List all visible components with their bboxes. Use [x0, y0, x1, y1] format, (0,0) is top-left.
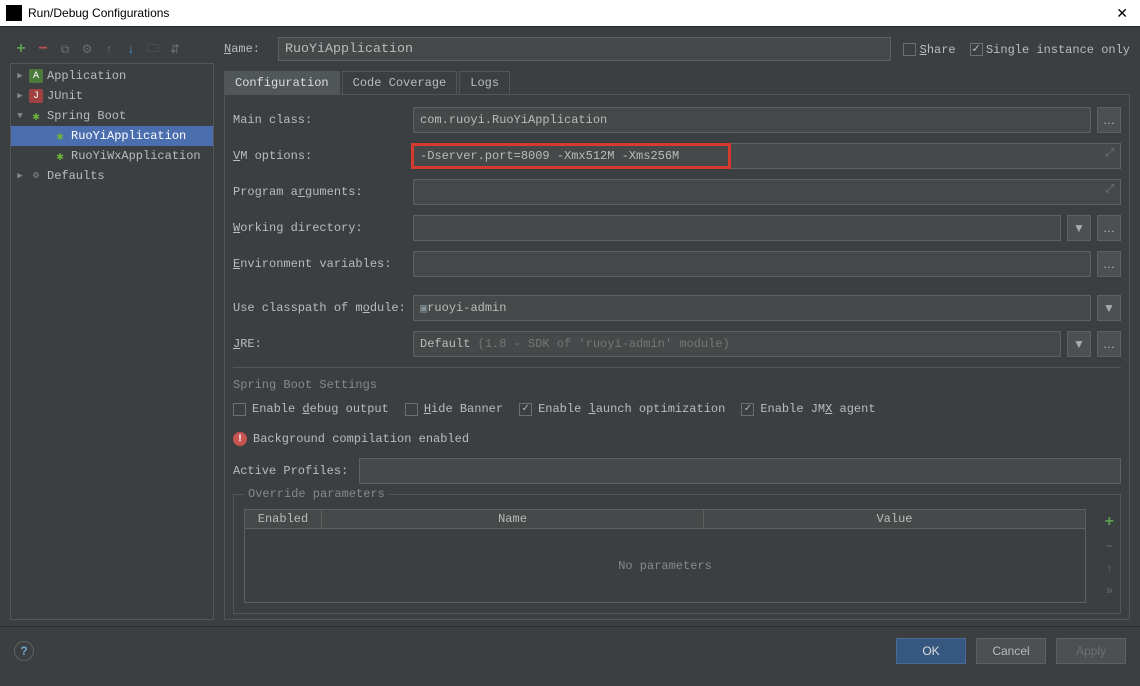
override-title: Override parameters [244, 487, 389, 501]
remove-config-icon[interactable]: − [36, 42, 50, 56]
working-dir-field[interactable] [413, 215, 1061, 241]
active-profiles-field[interactable] [359, 458, 1121, 484]
share-checkbox[interactable]: Share [903, 42, 955, 57]
jre-dropdown[interactable]: ▼ [1067, 331, 1091, 357]
add-config-icon[interactable]: + [14, 42, 28, 56]
working-dir-dropdown[interactable]: ▼ [1067, 215, 1091, 241]
enable-debug-output-checkbox[interactable]: Enable debug output [233, 402, 389, 416]
edit-settings-icon[interactable]: ⚙ [80, 42, 94, 56]
classpath-module-label: Use classpath of module: [233, 301, 407, 315]
vm-options-label: VM options: [233, 149, 407, 163]
override-add-icon[interactable]: + [1105, 513, 1114, 531]
override-header: Enabled Name Value [244, 509, 1086, 529]
tree-label: JUnit [47, 89, 83, 103]
hide-banner-checkbox[interactable]: Hide Banner [405, 402, 503, 416]
expand-icon[interactable]: ⤢ [1105, 148, 1114, 160]
override-col-enabled: Enabled [245, 510, 321, 528]
enable-jmx-agent-checkbox[interactable]: Enable JMX agent [741, 402, 875, 416]
copy-config-icon[interactable]: ⧉ [58, 42, 72, 56]
override-up-icon[interactable]: ↑ [1106, 561, 1112, 575]
springboot-settings-title: Spring Boot Settings [233, 378, 1121, 392]
tab-configuration[interactable]: Configuration [224, 71, 340, 94]
apply-button[interactable]: Apply [1056, 638, 1126, 664]
vm-options-field[interactable]: ⤢ [413, 143, 1121, 169]
browse-working-dir-button[interactable]: … [1097, 215, 1121, 241]
env-vars-label: Environment variables: [233, 257, 407, 271]
tree-label: RuoYiApplication [71, 129, 186, 143]
tabs: Configuration Code Coverage Logs [224, 71, 1130, 95]
spring-icon: ✱ [53, 129, 67, 143]
move-down-icon[interactable]: ↓ [124, 42, 138, 56]
config-name-input[interactable] [278, 37, 891, 61]
configurations-tree[interactable]: ▶A Application ▶J JUnit ▼✱ Spring Boot ✱… [10, 63, 214, 620]
tree-group-junit[interactable]: ▶J JUnit [11, 86, 213, 106]
warning-icon: ! [233, 432, 247, 446]
override-remove-icon[interactable]: − [1106, 539, 1113, 553]
tree-label: RuoYiWxApplication [71, 149, 201, 163]
cancel-button[interactable]: Cancel [976, 638, 1046, 664]
jre-label: JRE: [233, 337, 407, 351]
override-empty-message: No parameters [244, 529, 1086, 603]
override-col-name: Name [321, 510, 703, 528]
classpath-dropdown[interactable]: ▼ [1097, 295, 1121, 321]
title-bar: Run/Debug Configurations ✕ [0, 0, 1140, 26]
name-label: Name: [224, 42, 266, 56]
tree-label: Defaults [47, 169, 105, 183]
spring-icon: ✱ [53, 149, 67, 163]
spring-icon: ✱ [29, 109, 43, 123]
jre-select[interactable]: Default (1.8 - SDK of 'ruoyi-admin' modu… [413, 331, 1061, 357]
close-icon[interactable]: ✕ [1110, 5, 1134, 22]
tree-item-ruoyi-application[interactable]: ✱ RuoYiApplication [11, 126, 213, 146]
browse-main-class-button[interactable]: … [1097, 107, 1121, 133]
program-args-field[interactable]: ⤢ [413, 179, 1121, 205]
window-title: Run/Debug Configurations [28, 6, 169, 20]
ok-button[interactable]: OK [896, 638, 966, 664]
tree-group-defaults[interactable]: ▶⚙ Defaults [11, 166, 213, 186]
override-more-icon[interactable]: » [1106, 583, 1113, 597]
module-icon: ▣ [420, 301, 427, 316]
background-compilation-warning: !Background compilation enabled [233, 432, 469, 446]
active-profiles-label: Active Profiles: [233, 464, 353, 478]
tree-label: Application [47, 69, 126, 83]
move-up-icon[interactable]: ↑ [102, 42, 116, 56]
override-parameters-panel: Override parameters Enabled Name Value N… [233, 494, 1121, 614]
config-toolbar: + − ⧉ ⚙ ↑ ↓ 🗀 ⇵ [10, 35, 214, 63]
working-dir-label: Working directory: [233, 221, 407, 235]
tab-logs[interactable]: Logs [459, 71, 510, 94]
tree-group-springboot[interactable]: ▼✱ Spring Boot [11, 106, 213, 126]
app-icon [6, 5, 22, 21]
tree-label: Spring Boot [47, 109, 126, 123]
tree-group-application[interactable]: ▶A Application [11, 66, 213, 86]
main-class-field[interactable] [413, 107, 1091, 133]
sort-icon[interactable]: ⇵ [168, 42, 182, 56]
single-instance-checkbox[interactable]: Single instance only [970, 42, 1130, 57]
tree-item-ruoyi-wx-application[interactable]: ✱ RuoYiWxApplication [11, 146, 213, 166]
override-col-value: Value [703, 510, 1085, 528]
main-class-label: Main class: [233, 113, 407, 127]
browse-jre-button[interactable]: … [1097, 331, 1121, 357]
program-args-label: Program arguments: [233, 185, 407, 199]
enable-launch-optimization-checkbox[interactable]: Enable launch optimization [519, 402, 725, 416]
env-vars-field[interactable] [413, 251, 1091, 277]
gear-icon: ⚙ [29, 169, 43, 183]
application-icon: A [29, 69, 43, 83]
junit-icon: J [29, 89, 43, 103]
folder-icon[interactable]: 🗀 [146, 42, 160, 56]
classpath-module-select[interactable]: ▣ ruoyi-admin [413, 295, 1091, 321]
help-button[interactable]: ? [14, 641, 34, 661]
browse-env-button[interactable]: … [1097, 251, 1121, 277]
tab-code-coverage[interactable]: Code Coverage [342, 71, 458, 94]
expand-icon[interactable]: ⤢ [1105, 184, 1114, 196]
